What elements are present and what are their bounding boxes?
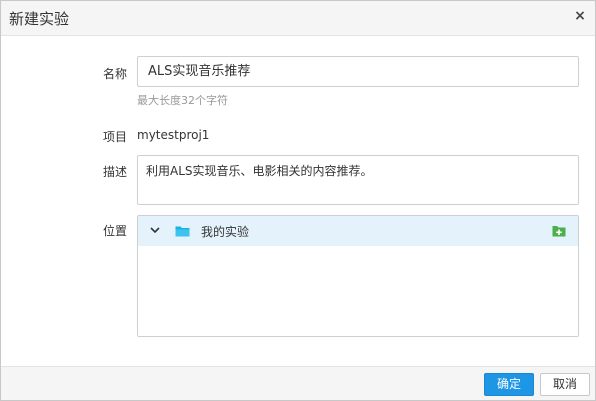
description-textarea[interactable]: 利用ALS实现音乐、电影相关的内容推荐。 <box>137 155 579 205</box>
name-hint: 最大长度32个字符 <box>137 94 228 107</box>
dialog-title: 新建实验 <box>9 10 70 28</box>
new-experiment-dialog: 新建实验 × 名称 ALS实现音乐推荐 最大长度32个字符 项目 mytestp… <box>0 0 596 401</box>
folder-icon <box>175 226 190 237</box>
name-input[interactable]: ALS实现音乐推荐 <box>137 56 579 87</box>
location-tree[interactable]: 我的实验 <box>137 215 579 337</box>
tree-node-label: 我的实验 <box>201 225 250 239</box>
description-label: 描述 <box>102 165 127 179</box>
dialog-footer: 确定 取消 <box>1 366 595 400</box>
cancel-button[interactable]: 取消 <box>540 373 590 396</box>
tree-node-my-experiments[interactable]: 我的实验 <box>138 216 578 246</box>
chevron-down-icon[interactable] <box>150 225 160 235</box>
project-value: mytestproj1 <box>137 128 210 142</box>
project-label: 项目 <box>102 130 127 144</box>
close-icon[interactable]: × <box>573 9 587 23</box>
name-label: 名称 <box>102 67 127 81</box>
confirm-button[interactable]: 确定 <box>484 373 534 396</box>
location-label: 位置 <box>102 224 127 238</box>
dialog-header: 新建实验 × <box>1 1 595 36</box>
add-folder-icon[interactable] <box>552 225 566 237</box>
